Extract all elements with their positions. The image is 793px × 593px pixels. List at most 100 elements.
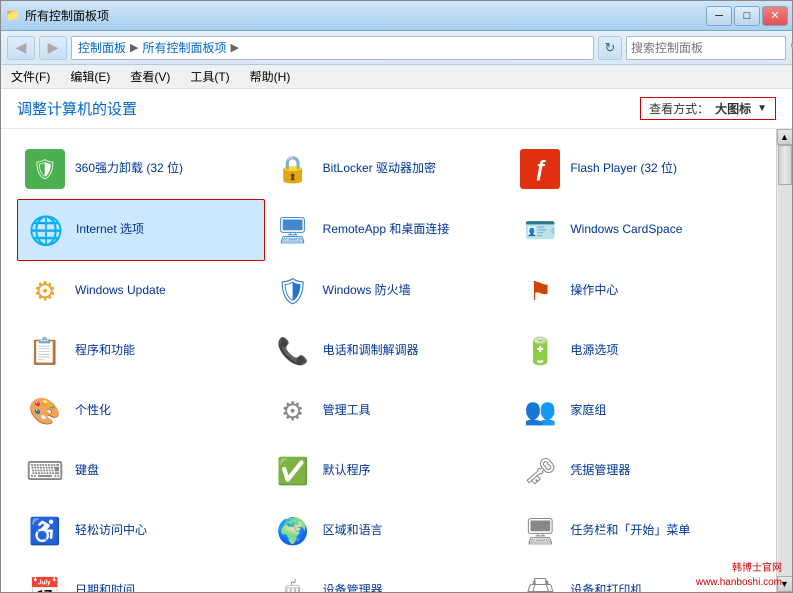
- grid-item-item-remoteapp[interactable]: 🖥 RemoteApp 和桌面连接: [265, 199, 513, 261]
- grid-item-item-access[interactable]: ♿ 轻松访问中心: [17, 501, 265, 561]
- item-icon-item-360: 🛡: [25, 149, 65, 189]
- grid-item-item-homegroup[interactable]: 👥家庭组: [512, 381, 760, 441]
- item-label-item-wfirewall: Windows 防火墙: [323, 283, 411, 299]
- minimize-button[interactable]: ─: [706, 6, 732, 26]
- item-label-item-bitlocker: BitLocker 驱动器加密: [323, 161, 436, 177]
- item-icon-item-wfirewall: 🛡: [273, 271, 313, 311]
- grid-item-item-bitlocker[interactable]: 🔒BitLocker 驱动器加密: [265, 139, 513, 199]
- item-icon-item-devprint: 🖨: [520, 571, 560, 592]
- breadcrumb-sep-2: ▶: [231, 41, 239, 54]
- menu-help[interactable]: 帮助(H): [246, 66, 295, 87]
- menu-view[interactable]: 查看(V): [126, 66, 174, 87]
- item-icon-item-keyboard: ⌨: [25, 451, 65, 491]
- item-icon-item-date: 📅: [25, 571, 65, 592]
- main-area: 调整计算机的设置 查看方式： 大图标 ▼ 🛡 360强力卸载 (32 位) 🔒Bit…: [1, 89, 792, 592]
- grid-item-item-default[interactable]: ✅ 默认程序: [265, 441, 513, 501]
- item-icon-item-modem: 📞: [273, 331, 313, 371]
- close-button[interactable]: ✕: [762, 6, 788, 26]
- grid-item-item-modem[interactable]: 📞 电话和调制解调器: [265, 321, 513, 381]
- content-panel: 🛡 360强力卸载 (32 位) 🔒BitLocker 驱动器加密ƒ Flash Pl…: [1, 129, 792, 592]
- refresh-button[interactable]: ↻: [598, 36, 622, 60]
- menu-tools[interactable]: 工具(T): [186, 66, 233, 87]
- title-bar: 📁 所有控制面板项 ─ □ ✕: [1, 1, 792, 31]
- item-label-item-default: 默认程序: [323, 463, 371, 479]
- item-icon-item-access: ♿: [25, 511, 65, 551]
- scroll-track: [778, 145, 792, 576]
- grid-item-item-taskbar[interactable]: 🖥 任务栏和「开始」菜单: [512, 501, 760, 561]
- grid-item-item-power[interactable]: 🔋 电源选项: [512, 321, 760, 381]
- menu-bar: 文件(F) 编辑(E) 查看(V) 工具(T) 帮助(H): [1, 65, 792, 89]
- view-mode-value: 大图标: [715, 100, 751, 117]
- back-button[interactable]: ◀: [7, 36, 35, 60]
- grid-item-item-internet[interactable]: 🌐Internet 选项: [17, 199, 265, 261]
- item-label-item-wupdate: Windows Update: [75, 283, 166, 299]
- breadcrumb-allpanels[interactable]: 所有控制面板项: [142, 39, 226, 56]
- grid-item-item-wfirewall[interactable]: 🛡 Windows 防火墙: [265, 261, 513, 321]
- item-label-item-devmgr: 设备管理器: [323, 583, 383, 592]
- item-label-item-power: 电源选项: [570, 343, 618, 359]
- scrollbar: ▲ ▼: [776, 129, 792, 592]
- item-icon-item-default: ✅: [273, 451, 313, 491]
- item-icon-item-power: 🔋: [520, 331, 560, 371]
- item-icon-item-credentials: 🗝: [520, 451, 560, 491]
- grid-item-item-devmgr[interactable]: 🖱 设备管理器: [265, 561, 513, 592]
- item-icon-item-wcs: 🪪: [520, 210, 560, 250]
- grid-item-item-keyboard[interactable]: ⌨ 键盘: [17, 441, 265, 501]
- view-mode-label: 查看方式：: [649, 100, 709, 117]
- scroll-up-button[interactable]: ▲: [777, 129, 793, 145]
- item-icon-item-tools: ⚙: [273, 391, 313, 431]
- title-bar-controls: ─ □ ✕: [706, 6, 788, 26]
- view-header: 调整计算机的设置 查看方式： 大图标 ▼: [1, 89, 792, 129]
- grid-item-item-programs[interactable]: 📋程序和功能: [17, 321, 265, 381]
- grid-item-item-360[interactable]: 🛡 360强力卸载 (32 位): [17, 139, 265, 199]
- item-label-item-security: 操作中心: [570, 283, 618, 299]
- grid-item-item-personal[interactable]: 🎨 个性化: [17, 381, 265, 441]
- title-bar-left: 📁 所有控制面板项: [5, 7, 706, 24]
- menu-file[interactable]: 文件(F): [7, 66, 54, 87]
- item-icon-item-devmgr: 🖱: [273, 571, 313, 592]
- item-label-item-date: 日期和时间: [75, 583, 135, 592]
- title-text: 所有控制面板项: [25, 7, 109, 24]
- menu-edit[interactable]: 编辑(E): [66, 66, 114, 87]
- item-label-item-credentials: 凭据管理器: [570, 463, 630, 479]
- item-label-item-flash: Flash Player (32 位): [570, 161, 677, 177]
- item-label-item-devprint: 设备和打印机: [570, 583, 642, 592]
- grid-item-item-flash[interactable]: ƒ Flash Player (32 位): [512, 139, 760, 199]
- grid-item-item-wupdate[interactable]: ⚙ Windows Update: [17, 261, 265, 321]
- item-icon-item-taskbar: 🖥: [520, 511, 560, 551]
- grid-item-item-wcs[interactable]: 🪪 Windows CardSpace: [512, 199, 760, 261]
- item-label-item-taskbar: 任务栏和「开始」菜单: [570, 523, 690, 539]
- view-mode-box[interactable]: 查看方式： 大图标 ▼: [640, 97, 776, 120]
- dropdown-arrow-icon: ▼: [757, 103, 767, 114]
- address-bar: ◀ ▶ 控制面板 ▶ 所有控制面板项 ▶ ↻ 🔍: [1, 31, 792, 65]
- item-label-item-personal: 个性化: [75, 403, 111, 419]
- item-icon-item-personal: 🎨: [25, 391, 65, 431]
- scroll-down-button[interactable]: ▼: [777, 576, 793, 592]
- grid-item-item-region[interactable]: 🌍区域和语言: [265, 501, 513, 561]
- grid-item-item-devprint[interactable]: 🖨 设备和打印机: [512, 561, 760, 592]
- item-label-item-tools: 管理工具: [323, 403, 371, 419]
- item-icon-item-flash: ƒ: [520, 149, 560, 189]
- item-icon-item-wupdate: ⚙: [25, 271, 65, 311]
- item-icon-item-internet: 🌐: [26, 210, 66, 250]
- item-label-item-modem: 电话和调制解调器: [323, 343, 419, 359]
- item-icon-item-homegroup: 👥: [520, 391, 560, 431]
- item-label-item-remoteapp: RemoteApp 和桌面连接: [323, 222, 450, 238]
- grid-item-item-security[interactable]: ⚑操作中心: [512, 261, 760, 321]
- grid-item-item-credentials[interactable]: 🗝 凭据管理器: [512, 441, 760, 501]
- grid-item-item-date[interactable]: 📅 日期和时间: [17, 561, 265, 592]
- page-title: 调整计算机的设置: [17, 98, 137, 119]
- forward-button[interactable]: ▶: [39, 36, 67, 60]
- item-label-item-access: 轻松访问中心: [75, 523, 147, 539]
- item-label-item-keyboard: 键盘: [75, 463, 99, 479]
- grid-item-item-tools[interactable]: ⚙ 管理工具: [265, 381, 513, 441]
- item-icon-item-remoteapp: 🖥: [273, 210, 313, 250]
- item-label-item-360: 360强力卸载 (32 位): [75, 161, 183, 177]
- breadcrumb-controlpanel[interactable]: 控制面板: [78, 39, 126, 56]
- scroll-thumb[interactable]: [778, 145, 792, 185]
- item-label-item-wcs: Windows CardSpace: [570, 222, 682, 238]
- search-input[interactable]: [631, 41, 786, 55]
- maximize-button[interactable]: □: [734, 6, 760, 26]
- main-window: 📁 所有控制面板项 ─ □ ✕ ◀ ▶ 控制面板 ▶ 所有控制面板项 ▶ ↻ 🔍…: [0, 0, 793, 593]
- breadcrumb-sep-1: ▶: [130, 41, 138, 54]
